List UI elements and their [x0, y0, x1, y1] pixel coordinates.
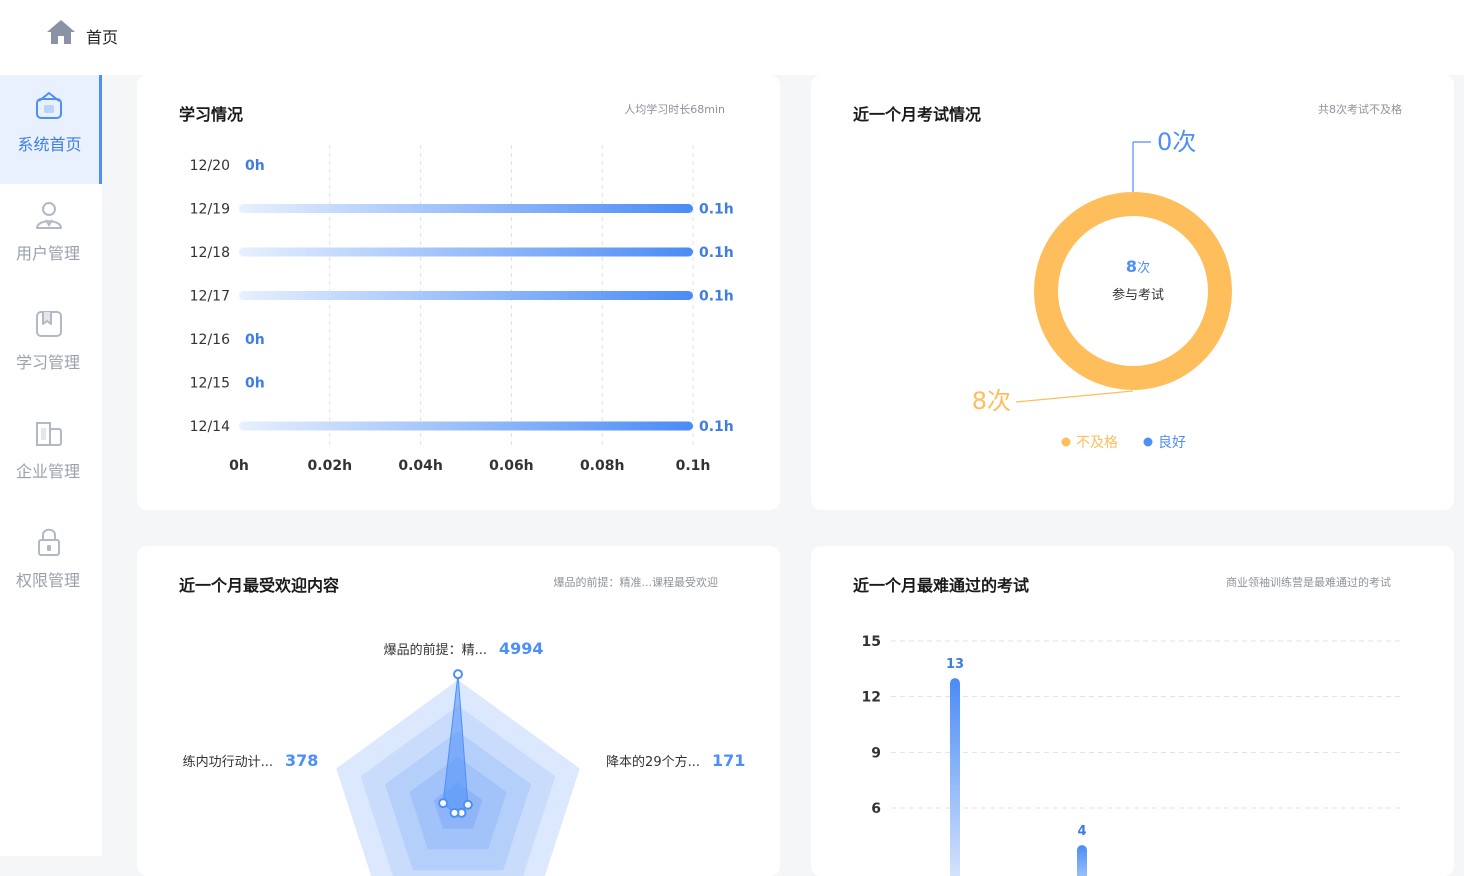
legend-good-label[interactable]: 良好: [1158, 435, 1186, 451]
study-bar-value: 0h: [245, 158, 265, 174]
breadcrumb-home[interactable]: 首页: [86, 24, 118, 48]
user-icon: [36, 202, 62, 229]
study-category-label: 12/17: [190, 289, 230, 305]
vbar-ytick-label: 15: [862, 634, 881, 650]
radar-point[interactable]: [438, 798, 449, 809]
radar-indicator-label: 练内功行动计...: [183, 754, 273, 770]
sidebar: 系统首页 用户管理 学习管理 企业管理 权限管理: [0, 75, 102, 856]
study-xtick-label: 0.04h: [398, 458, 443, 474]
study-category-label: 12/19: [190, 202, 230, 218]
study-bar-value: 0.1h: [699, 419, 734, 435]
vbar-bar[interactable]: [1077, 845, 1087, 876]
good-callout-label: 0次: [1157, 128, 1196, 156]
radar-value-label: 171: [712, 751, 745, 770]
top-bar: 首页: [0, 0, 1464, 75]
study-bar-value: 0.1h: [699, 289, 734, 305]
fail-callout-label: 8次: [972, 387, 1011, 415]
sidebar-item-home[interactable]: 系统首页: [0, 75, 102, 184]
fail-callout-line: [1015, 390, 1134, 403]
radar-point[interactable]: [453, 669, 463, 680]
study-bar[interactable]: [239, 291, 693, 300]
study-category-label: 12/15: [190, 376, 230, 392]
lock-icon: [38, 528, 60, 556]
study-category-label: 12/14: [190, 419, 230, 435]
sidebar-item-label: 用户管理: [15, 244, 80, 263]
exam-donut-chart: 0次 8次 8次 参与考试 不及格 良好: [972, 128, 1232, 451]
sidebar-item-users[interactable]: 用户管理: [0, 184, 102, 293]
exam-card: 近一个月考试情况 共8次考试不及格 0次 8次 8次 参与考试 不及格 良好: [811, 75, 1454, 510]
radar-indicator-label: 爆品的前提：精...: [384, 642, 487, 658]
vbar-ytick-label: 9: [871, 745, 881, 761]
radar-value-label: 4994: [499, 639, 544, 658]
study-category-label: 12/16: [190, 332, 230, 348]
study-bar-value: 0h: [245, 376, 265, 392]
radar-point[interactable]: [449, 807, 460, 818]
sidebar-item-label: 系统首页: [17, 135, 82, 154]
study-xtick-label: 0.1h: [676, 458, 711, 474]
study-category-label: 12/18: [190, 245, 230, 261]
vbar-value-label: 4: [1077, 824, 1086, 839]
building-icon: [36, 422, 62, 446]
bookmark-icon: [36, 311, 62, 337]
vbar-ytick-label: 12: [862, 690, 881, 706]
study-xtick-label: 0.02h: [308, 458, 353, 474]
study-bar-value: 0.1h: [699, 245, 734, 261]
radar-indicator-label: 降本的29个方...: [606, 754, 700, 770]
study-bar-value: 0h: [245, 332, 265, 348]
study-card: 学习情况 人均学习时长68min 0h 0.02h 0.04h 0.06h 0.08h 0…: [137, 75, 780, 510]
home-square-icon: [36, 92, 62, 119]
study-bar-chart: 0h 0.02h 0.04h 0.06h 0.08h 0.1h 12/20 0h 12/19 0.…: [190, 145, 734, 474]
sidebar-item-label: 企业管理: [15, 462, 80, 481]
sidebar-item-label: 权限管理: [15, 571, 80, 590]
donut-center-label: 参与考试: [1112, 287, 1164, 303]
legend-good-marker: [1143, 437, 1153, 447]
donut-center-count: 8次: [1126, 257, 1150, 276]
legend-fail-label[interactable]: 不及格: [1076, 435, 1118, 451]
study-category-label: 12/20: [190, 158, 230, 174]
hardest-bar-chart: 15 12 9 6 13 4: [862, 634, 1403, 876]
sidebar-item-label: 学习管理: [15, 353, 80, 372]
popular-radar-chart: 爆品的前提：精... 4994 降本的29个方... 171 练内功行动计... 378: [183, 639, 745, 876]
home-icon[interactable]: [46, 19, 76, 45]
study-xtick-label: 0h: [229, 458, 249, 474]
study-bar[interactable]: [239, 247, 693, 257]
sidebar-item-learning[interactable]: 学习管理: [0, 293, 102, 402]
sidebar-item-enterprise[interactable]: 企业管理: [0, 402, 102, 511]
study-bar-value: 0.1h: [699, 202, 734, 218]
vbar-value-label: 13: [946, 657, 964, 672]
sidebar-item-permission[interactable]: 权限管理: [0, 511, 102, 620]
study-bar[interactable]: [239, 204, 693, 213]
radar-value-label: 378: [285, 751, 318, 770]
legend-fail-marker: [1061, 437, 1071, 447]
popular-card: 近一个月最受欢迎内容 爆品的前提：精准...课程最受欢迎 爆品的前提：精... 4…: [137, 546, 780, 876]
study-xtick-label: 0.06h: [489, 458, 534, 474]
vbar-ytick-label: 6: [871, 801, 881, 817]
vbar-bar[interactable]: [950, 678, 960, 876]
study-bar[interactable]: [239, 421, 693, 431]
hardest-card: 近一个月最难通过的考试 商业领袖训练营是最难通过的考试 15 12 9 6 13 4: [811, 546, 1454, 876]
study-xtick-label: 0.08h: [580, 458, 625, 474]
radar-point[interactable]: [462, 799, 473, 810]
